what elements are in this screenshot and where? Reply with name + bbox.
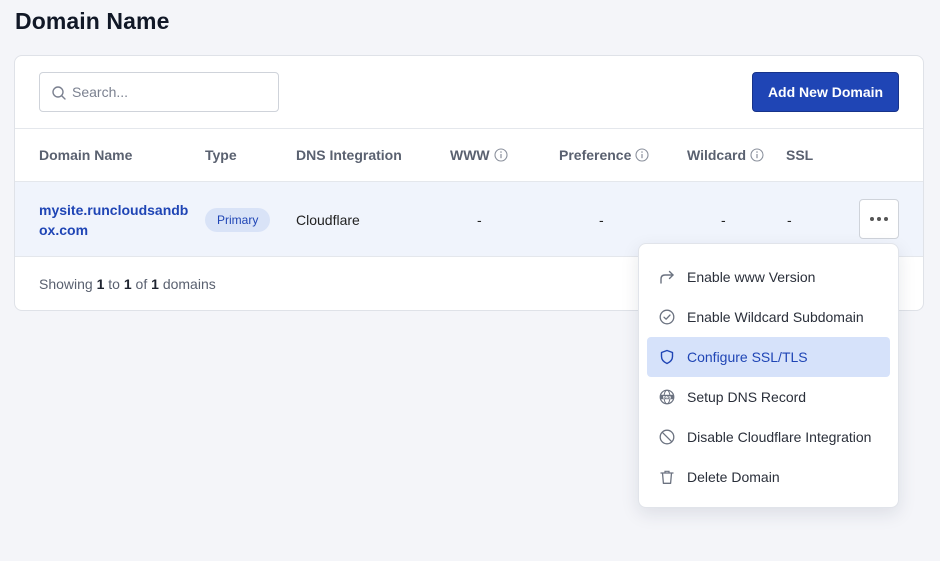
check-circle-icon <box>659 309 675 325</box>
pagination-summary: Showing 1 to 1 of 1 domains <box>39 276 216 292</box>
column-wildcard[interactable]: Wildcard <box>687 129 764 181</box>
preference-cell: - <box>599 212 604 228</box>
info-icon[interactable] <box>635 148 649 162</box>
domain-actions-menu: Enable www Version Enable Wildcard Subdo… <box>638 243 899 508</box>
menu-item-disable-cloudflare[interactable]: Disable Cloudflare Integration <box>647 417 890 457</box>
column-domain-name[interactable]: Domain Name <box>39 129 132 181</box>
menu-item-enable-www[interactable]: Enable www Version <box>647 257 890 297</box>
ssl-cell: - <box>787 212 792 228</box>
menu-item-enable-wildcard[interactable]: Enable Wildcard Subdomain <box>647 297 890 337</box>
table-header: Domain Name Type DNS Integration WWW Pre… <box>15 128 923 182</box>
dns-integration-cell: Cloudflare <box>296 212 360 228</box>
more-actions-button[interactable] <box>859 199 899 239</box>
column-type[interactable]: Type <box>205 129 237 181</box>
add-new-domain-button[interactable]: Add New Domain <box>752 72 899 112</box>
dns-globe-icon: DNS <box>659 389 675 405</box>
www-cell: - <box>477 212 482 228</box>
ban-icon <box>659 429 675 445</box>
search-icon <box>52 86 66 100</box>
type-badge: Primary <box>205 208 271 232</box>
ellipsis-icon <box>870 217 874 221</box>
column-dns-integration[interactable]: DNS Integration <box>296 129 402 181</box>
menu-item-delete-domain[interactable]: Delete Domain <box>647 457 890 497</box>
wildcard-cell: - <box>721 212 726 228</box>
menu-item-configure-ssl[interactable]: Configure SSL/TLS <box>647 337 890 377</box>
info-icon[interactable] <box>494 148 508 162</box>
svg-text:DNS: DNS <box>663 395 672 399</box>
column-www[interactable]: WWW <box>450 129 508 181</box>
shield-icon <box>659 349 675 365</box>
trash-icon <box>659 469 675 485</box>
column-preference[interactable]: Preference <box>559 129 649 181</box>
share-arrow-icon <box>659 269 675 285</box>
page-title: Domain Name <box>15 8 170 34</box>
domain-link[interactable]: mysite.runcloudsandbox.com <box>39 200 194 240</box>
menu-item-setup-dns[interactable]: DNS Setup DNS Record <box>647 377 890 417</box>
search-input[interactable] <box>72 73 272 111</box>
search-box[interactable] <box>39 72 279 112</box>
column-ssl[interactable]: SSL <box>786 129 813 181</box>
info-icon[interactable] <box>750 148 764 162</box>
